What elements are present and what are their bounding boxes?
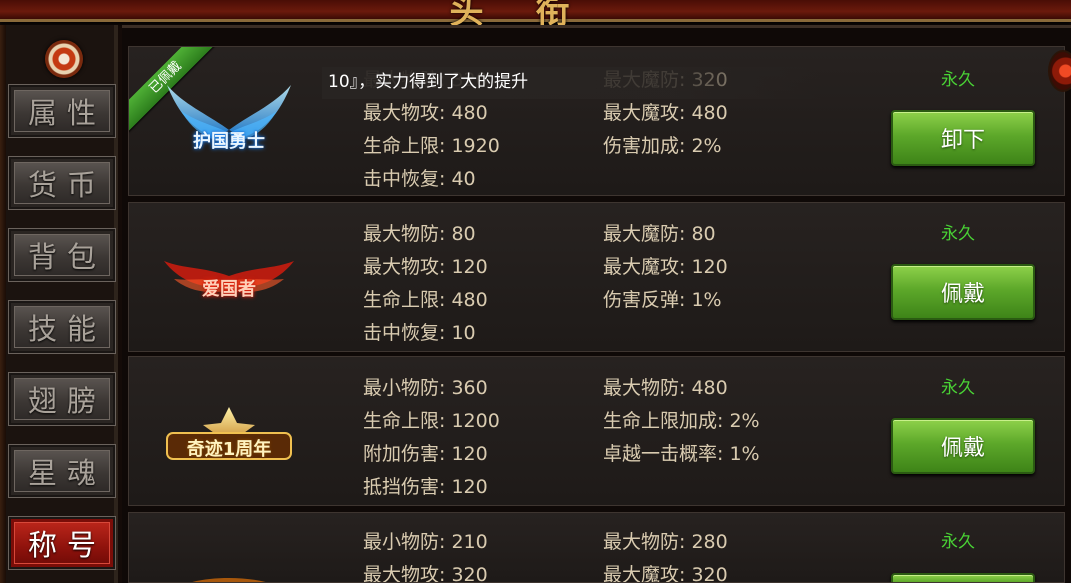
stat-left-2: 生命上限: 1920	[363, 135, 500, 157]
duration-label: 永久	[941, 70, 975, 90]
nav-tab-currency[interactable]: 货币	[8, 156, 116, 210]
equip-button[interactable]: 佩戴	[891, 418, 1035, 474]
stat-right-1: 最大魔攻: 480	[603, 102, 728, 124]
stat-right-2: 伤害反弹: 1%	[603, 289, 722, 311]
emblem-label: 爱国者	[202, 279, 256, 300]
stat-right-1: 最大魔攻: 120	[603, 256, 728, 278]
stat-right-1: 最大魔攻: 320	[603, 564, 728, 583]
nav-tab-star-soul[interactable]: 星魂	[8, 444, 116, 498]
gold-anniversary-emblem-icon	[166, 407, 292, 460]
equip-button[interactable]: 佩戴	[891, 264, 1035, 320]
stat-right-2: 伤害加成: 2%	[603, 135, 722, 157]
nav-tab-bag[interactable]: 背包	[8, 228, 116, 282]
title-card: 奇迹1周年 最小物防: 360 生命上限: 1200 附加伤害: 120 抵挡伤…	[128, 356, 1065, 506]
nav-tab-wings[interactable]: 翅膀	[8, 372, 116, 426]
stat-left-0: 最小物防: 210	[363, 531, 488, 553]
stat-left-3: 击中恢复: 40	[363, 168, 476, 190]
gold-emblem-partial-icon	[192, 578, 266, 582]
stat-right-0: 最大物防: 280	[603, 531, 728, 553]
title-card: 爱国者 最大物防: 80 最大物攻: 120 生命上限: 480 击中恢复: 1…	[128, 202, 1065, 352]
title-card: 最小物防: 210 最大物攻: 320 最大物防: 280 最大魔攻: 320 …	[128, 512, 1065, 583]
duration-label: 永久	[941, 532, 975, 552]
nav-emblem-icon[interactable]	[45, 40, 83, 78]
stat-left-1: 最大物攻: 320	[363, 564, 488, 583]
stat-right-0: 最大物防: 480	[603, 377, 728, 399]
stat-right-0: 最大魔防: 80	[603, 223, 716, 245]
duration-label: 永久	[941, 224, 975, 244]
nav-tab-attributes[interactable]: 属性	[8, 84, 116, 138]
unequip-button[interactable]: 卸下	[891, 110, 1035, 166]
stat-left-1: 最大物攻: 480	[363, 102, 488, 124]
emblem-label: 奇迹1周年	[186, 439, 272, 460]
duration-label: 永久	[941, 378, 975, 398]
title-bar: 头衔	[0, 0, 1071, 32]
notification-toast: 10』，实力得到了大的提升	[322, 67, 822, 99]
stat-right-2: 卓越一击概率: 1%	[603, 443, 760, 465]
nav-tab-titles[interactable]: 称号	[8, 516, 116, 570]
sidebar-nav: 属性 货币 背包 技能 翅膀 星魂 称号	[6, 25, 118, 583]
close-orb-icon[interactable]	[1048, 50, 1071, 92]
emblem-label: 护国勇士	[193, 131, 265, 152]
stat-left-3: 击中恢复: 10	[363, 322, 476, 344]
stat-left-0: 最小物防: 360	[363, 377, 488, 399]
stat-left-2: 生命上限: 480	[363, 289, 488, 311]
equip-button-partial[interactable]	[891, 573, 1035, 582]
nav-tab-skills[interactable]: 技能	[8, 300, 116, 354]
stat-left-1: 生命上限: 1200	[363, 410, 500, 432]
stat-right-1: 生命上限加成: 2%	[603, 410, 760, 432]
stat-left-1: 最大物攻: 120	[363, 256, 488, 278]
stat-left-3: 抵挡伤害: 120	[363, 476, 488, 498]
stat-left-2: 附加伤害: 120	[363, 443, 488, 465]
stat-left-0: 最大物防: 80	[363, 223, 476, 245]
